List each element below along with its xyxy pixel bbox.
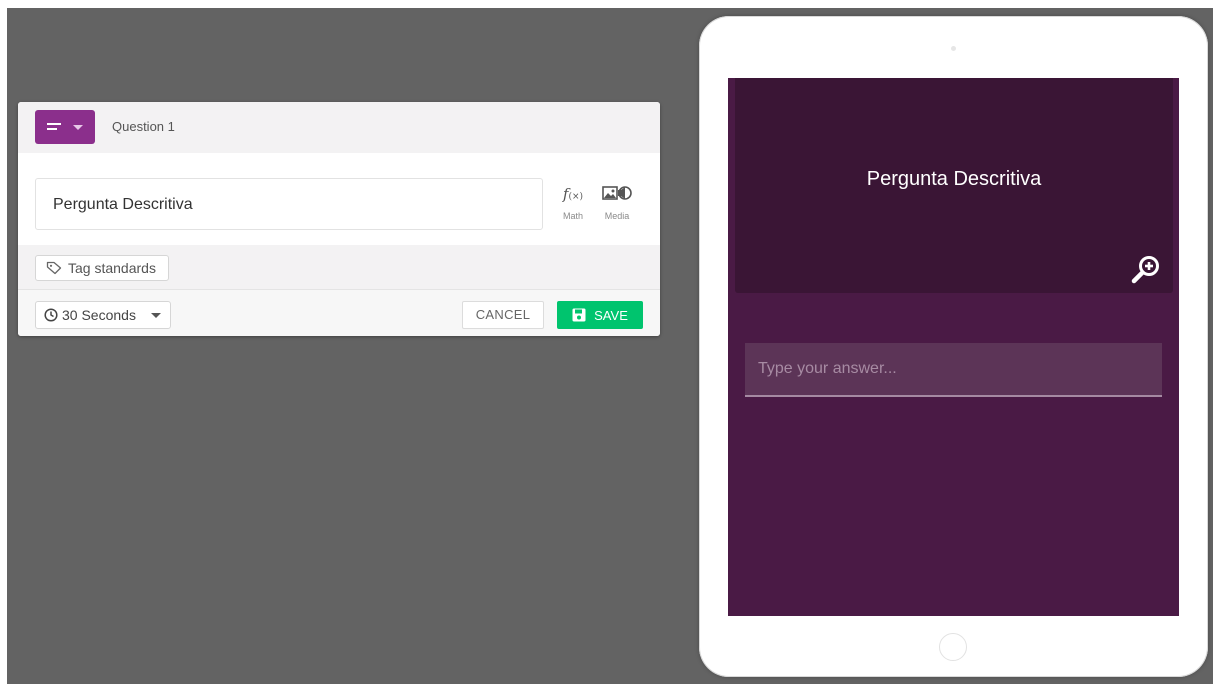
math-button[interactable]: f(×) Math xyxy=(556,185,590,221)
answer-input[interactable]: Type your answer... xyxy=(745,343,1162,397)
tablet-home-button xyxy=(939,633,967,661)
preview-question-text: Pergunta Descritiva xyxy=(866,168,1042,190)
save-icon xyxy=(572,308,586,322)
tags-row: Tag standards xyxy=(18,245,660,289)
question-text-input[interactable]: Pergunta Descritiva xyxy=(35,178,543,230)
question-footer: 30 Seconds CANCEL SAVE xyxy=(18,289,660,336)
save-button[interactable]: SAVE xyxy=(557,301,643,329)
save-label: SAVE xyxy=(594,307,628,323)
time-limit-select[interactable]: 30 Seconds xyxy=(35,301,171,329)
preview-question-box: Pergunta Descritiva xyxy=(735,78,1173,293)
tag-standards-button[interactable]: Tag standards xyxy=(35,255,169,281)
question-number-label: Question 1 xyxy=(112,119,175,134)
media-button[interactable]: Media xyxy=(600,185,634,221)
media-icon xyxy=(600,185,634,205)
zoom-in-icon[interactable] xyxy=(1129,253,1163,287)
media-label: Media xyxy=(604,211,630,221)
time-limit-value: 30 Seconds xyxy=(62,307,136,323)
device-preview: Pergunta Descritiva Type your answer... xyxy=(699,16,1208,677)
tablet-camera xyxy=(951,46,956,51)
question-editor-card: Question 1 Pergunta Descritiva f(×) Math… xyxy=(18,102,660,336)
question-type-icon xyxy=(47,123,61,133)
chevron-down-icon xyxy=(151,313,161,318)
preview-screen: Pergunta Descritiva Type your answer... xyxy=(728,78,1179,616)
question-body: Pergunta Descritiva f(×) Math Media xyxy=(18,153,660,245)
clock-icon xyxy=(44,308,58,322)
tag-icon xyxy=(46,261,62,275)
question-type-dropdown[interactable] xyxy=(35,110,95,144)
math-label: Math xyxy=(562,211,583,221)
math-function-icon: f(×) xyxy=(562,185,584,203)
tag-standards-label: Tag standards xyxy=(68,260,156,276)
cancel-button[interactable]: CANCEL xyxy=(462,301,544,329)
question-header: Question 1 xyxy=(18,102,660,153)
chevron-down-icon xyxy=(73,125,83,130)
